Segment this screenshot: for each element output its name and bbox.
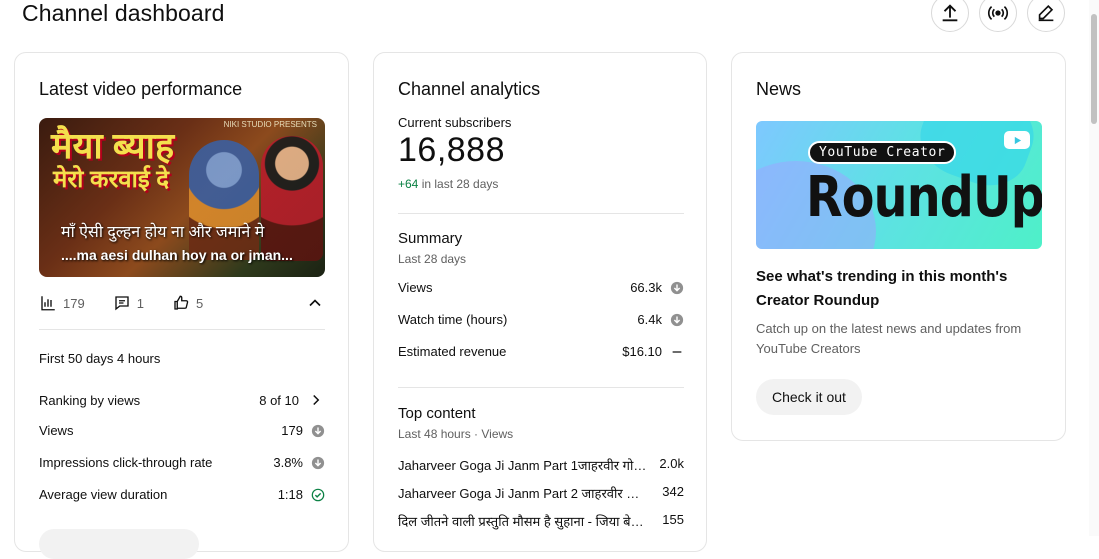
chevron-right-icon (313, 394, 320, 406)
check-it-out-button[interactable]: Check it out (756, 379, 862, 415)
ctr-row: Impressions click-through rate 3.8% (39, 455, 325, 470)
upload-button[interactable] (931, 0, 969, 32)
video-stats: 179 1 5 (39, 293, 325, 313)
subscribers-delta: +64 in last 28 days (398, 177, 498, 191)
thumbnail-figure (261, 136, 323, 261)
row-label: Views (398, 280, 433, 295)
summary-views-row: Views 66.3k (398, 280, 684, 295)
news-title: News (756, 79, 802, 99)
views-stat[interactable]: 179 (39, 294, 85, 312)
comments-stat[interactable]: 1 (113, 294, 144, 312)
dash-icon (672, 350, 682, 353)
subscribers-count: 16,888 (398, 131, 505, 169)
top-content-row[interactable]: Jaharveer Goga Ji Janm Part 1जाहरवीर गोग… (398, 456, 684, 474)
ranking-row[interactable]: Ranking by views 8 of 10 (39, 391, 325, 409)
news-banner[interactable]: YouTube Creator RoundUp (756, 121, 1042, 249)
go-to-analytics-button[interactable] (39, 529, 199, 559)
page-scrollbar[interactable] (1089, 0, 1099, 536)
youtube-play-icon (1004, 131, 1030, 149)
top-content-period: Last 48 hours · Views (398, 427, 514, 441)
video-title: Jaharveer Goga Ji Janm Part 1जाहरवीर गोग… (398, 458, 648, 473)
views-row: Views 179 (39, 423, 325, 438)
row-value: 6.4k (637, 312, 662, 327)
upload-icon (942, 4, 958, 22)
channel-analytics-card: Channel analytics Current subscribers 16… (373, 52, 707, 552)
thumbnail-figure (189, 140, 259, 260)
create-post-icon (1038, 4, 1054, 22)
likes-stat[interactable]: 5 (172, 294, 203, 312)
divider (39, 329, 325, 330)
thumbnail-studio-text: NIKI STUDIO PRESENTS (223, 120, 317, 129)
summary-watch-time-row: Watch time (hours) 6.4k (398, 312, 684, 327)
thumbs-up-icon (174, 295, 189, 310)
chevron-up-icon (309, 299, 321, 307)
check-circle-icon (311, 488, 325, 501)
video-views: 2.0k (659, 456, 684, 471)
video-title: Jaharveer Goga Ji Janm Part 2 जाहरवीर गो… (398, 486, 648, 501)
news-card: News YouTube Creator RoundUp See what's … (731, 52, 1066, 441)
video-title: दिल जीतने वाली प्रस्तुति मौसम है सुहाना … (398, 514, 648, 529)
thumbnail-text-2: मेरो करवाई दे (53, 166, 170, 193)
news-headline: See what's trending in this month's Crea… (756, 268, 1008, 309)
row-value: 8 of 10 (259, 392, 299, 408)
go-live-icon (987, 5, 1009, 21)
summary-period: Last 28 days (398, 252, 467, 266)
arrow-down-circle-icon (311, 456, 325, 469)
video-views: 342 (662, 484, 684, 499)
video-views: 155 (662, 512, 684, 527)
arrow-down-circle-icon (670, 313, 684, 326)
top-content-title: Top content (398, 405, 476, 422)
top-content-row[interactable]: Jaharveer Goga Ji Janm Part 2 जाहरवीर गो… (398, 484, 684, 502)
latest-video-card: Latest video performance मैया ब्याह मेरो… (14, 52, 349, 559)
row-value: $16.10 (622, 344, 662, 359)
subscribers-label: Current subscribers (398, 115, 512, 130)
row-value: 179 (281, 423, 303, 438)
row-label: Estimated revenue (398, 344, 507, 359)
row-label: Watch time (hours) (398, 312, 508, 327)
row-label: Impressions click-through rate (39, 455, 213, 470)
arrow-down-circle-icon (670, 281, 684, 294)
divider (398, 213, 684, 214)
arrow-down-circle-icon (311, 424, 325, 437)
summary-title: Summary (398, 230, 463, 247)
bar-chart-icon (41, 296, 55, 311)
latest-video-title: Latest video performance (39, 79, 243, 99)
video-thumbnail[interactable]: मैया ब्याह मेरो करवाई दे NIKI STUDIO PRE… (39, 118, 325, 277)
comments-count: 1 (136, 295, 144, 311)
views-count: 179 (63, 295, 85, 311)
row-value: 3.8% (273, 455, 303, 470)
likes-count: 5 (195, 295, 204, 311)
collapse-button[interactable] (305, 293, 325, 316)
scrollbar-thumb[interactable] (1091, 14, 1097, 124)
comment-icon (115, 296, 129, 311)
summary-revenue-row: Estimated revenue $16.10 (398, 344, 684, 359)
row-label: Ranking by views (39, 392, 141, 408)
banner-pill: YouTube Creator (808, 141, 957, 164)
analytics-title: Channel analytics (398, 79, 541, 99)
delta-value: +64 (398, 177, 419, 191)
period-label: First 50 days 4 hours (39, 351, 325, 366)
row-value: 66.3k (630, 280, 662, 295)
avg-duration-row: Average view duration 1:18 (39, 487, 325, 502)
go-live-button[interactable] (979, 0, 1017, 32)
banner-title: RoundUp (806, 165, 1042, 230)
header-actions (931, 0, 1065, 32)
thumbnail-caption-1: माँ ऐसी दुल्हन होय ना और जमाने मे (61, 224, 265, 241)
row-value: 1:18 (277, 487, 303, 502)
period-text: First 50 days 4 hours (39, 351, 161, 366)
top-content-row[interactable]: दिल जीतने वाली प्रस्तुति मौसम है सुहाना … (398, 512, 684, 530)
create-post-button[interactable] (1027, 0, 1065, 32)
delta-suffix: in last 28 days (418, 177, 499, 191)
divider (398, 387, 684, 388)
row-label: Views (39, 423, 74, 438)
thumbnail-caption-2: ....ma aesi dulhan hoy na or jman... (61, 247, 293, 263)
row-label: Average view duration (39, 487, 168, 502)
page-title: Channel dashboard (22, 0, 225, 26)
news-body: Catch up on the latest news and updates … (756, 321, 1022, 356)
